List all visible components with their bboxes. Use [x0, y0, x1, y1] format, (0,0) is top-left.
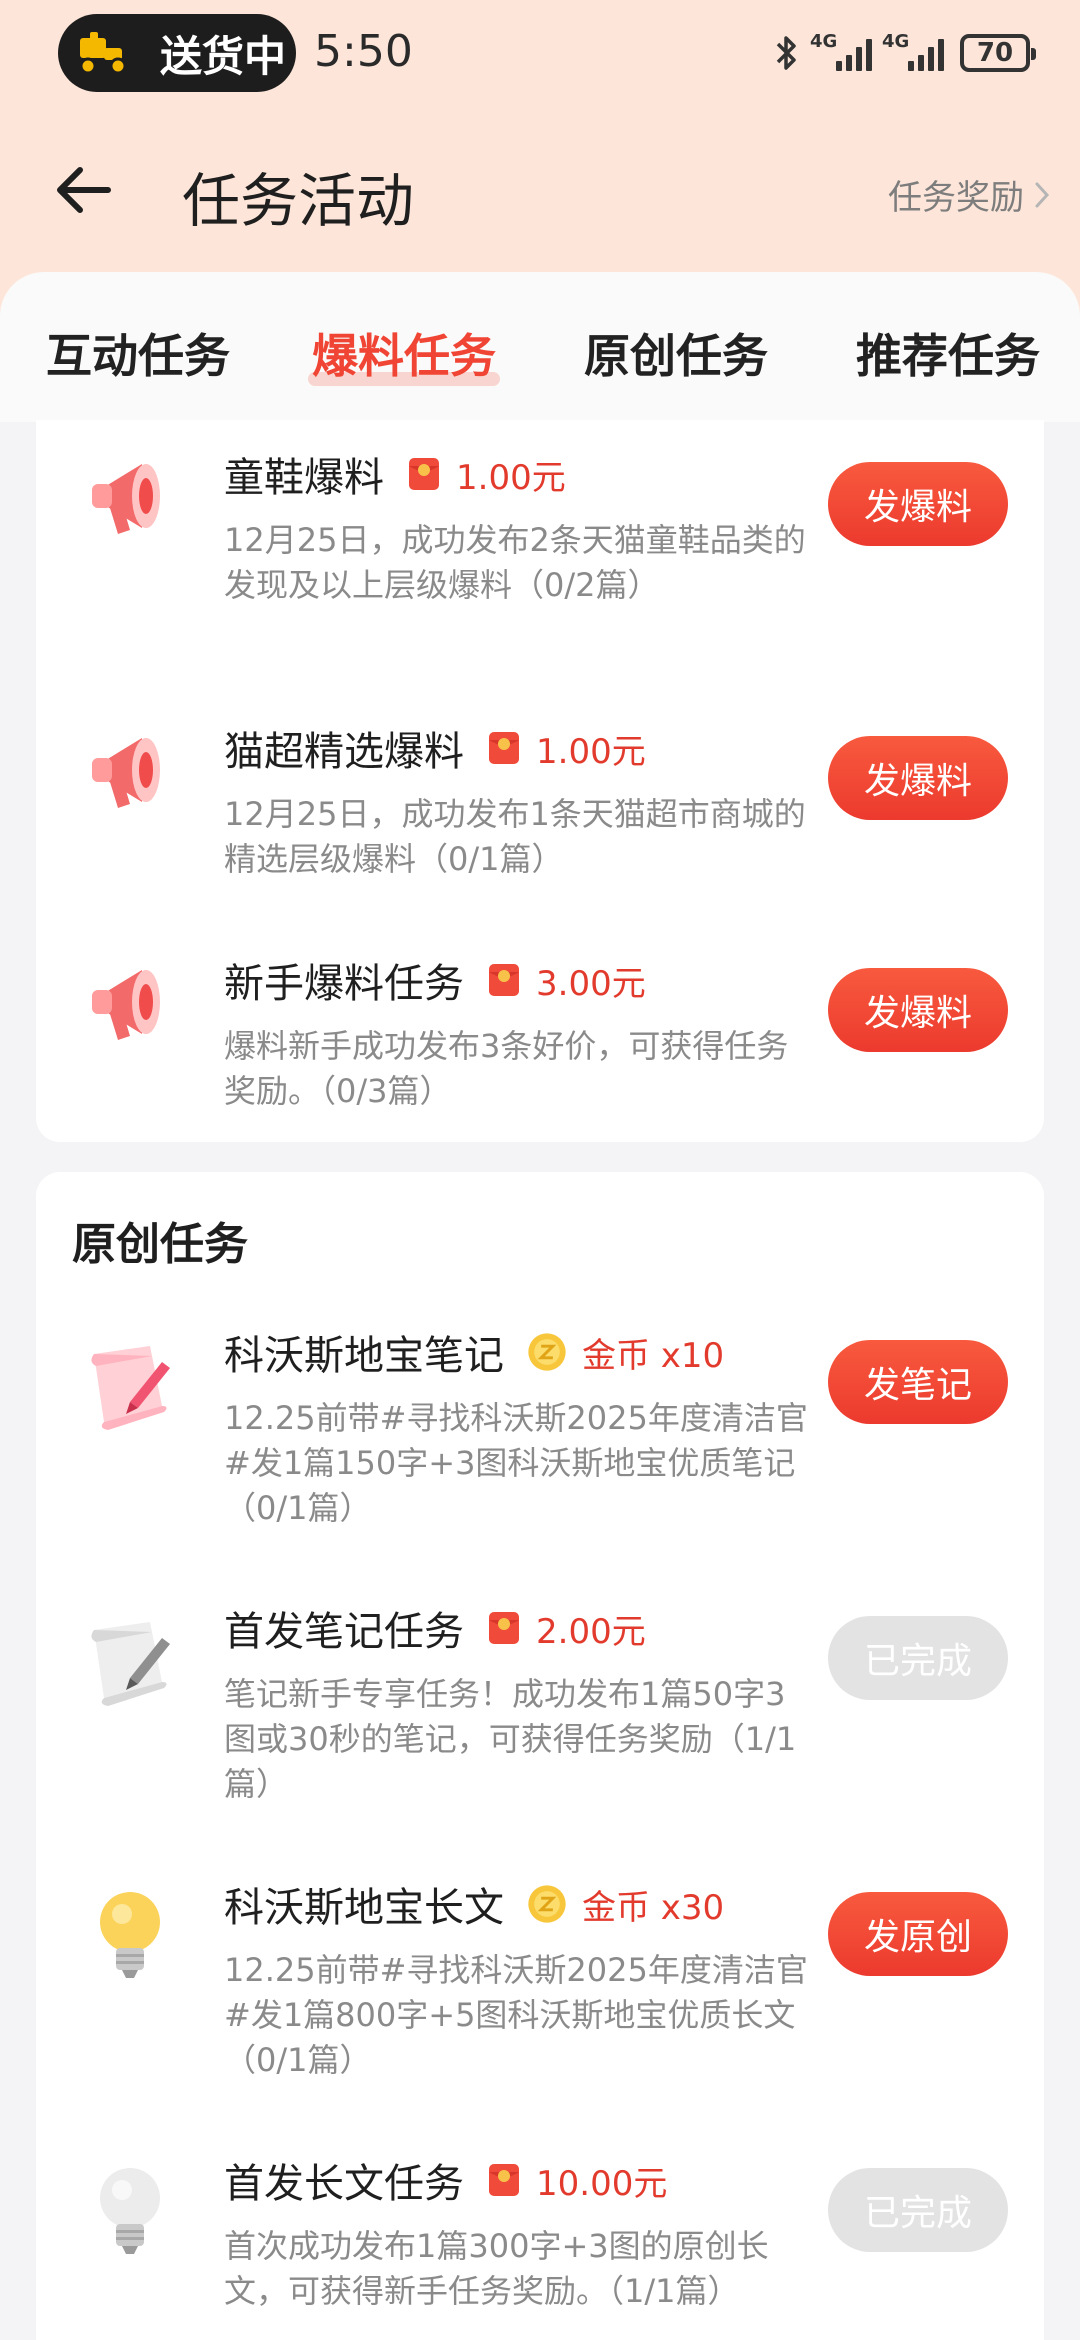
red-packet-icon — [489, 1612, 519, 1644]
red-packet-icon — [489, 2164, 519, 2196]
post-baoliao-button[interactable]: 发爆料 — [828, 462, 1008, 546]
completed-button[interactable]: 已完成 — [828, 2168, 1008, 2252]
task-title: 首发长文任务 — [224, 2161, 464, 2207]
cellular-signal-icon-2: 4G — [882, 31, 944, 71]
post-note-button[interactable]: 发笔记 — [828, 1340, 1008, 1424]
tab-original[interactable]: 原创任务 — [584, 320, 768, 386]
delivery-status-pill[interactable]: 送货中 — [58, 14, 296, 92]
bluetooth-icon — [776, 36, 796, 70]
task-description: 12月25日，成功发布2条天猫童鞋品类的发现及以上层级爆料（0/2篇） — [224, 521, 806, 604]
task-description: 12.25前带#寻找科沃斯2025年度清洁官#发1篇150字+3图科沃斯地宝优质… — [224, 1399, 808, 1527]
post-baoliao-button[interactable]: 发爆料 — [828, 968, 1008, 1052]
chevron-right-icon — [1035, 182, 1050, 207]
task-reward: 1.00元 — [456, 457, 566, 498]
task-reward: 金币 x30 — [582, 1887, 725, 1928]
status-bar: 送货中 5:50 4G 4G 70 — [0, 0, 1080, 110]
completed-button[interactable]: 已完成 — [828, 1616, 1008, 1700]
task-reward-link[interactable]: 任务奖励 — [888, 170, 1050, 219]
task-description: 笔记新手专享任务！成功发布1篇50字3图或30秒的笔记，可获得任务奖励（1/1篇… — [224, 1675, 797, 1803]
megaphone-icon — [92, 738, 160, 808]
task-title-row: 首发笔记任务 2.00元 — [224, 1598, 646, 1658]
tab-recommend[interactable]: 推荐任务 — [856, 320, 1040, 386]
delivery-scooter-icon — [79, 32, 127, 75]
network-type-label-2: 4G — [882, 31, 910, 52]
cellular-signal-icon: 4G — [810, 31, 872, 71]
battery-level: 70 — [976, 38, 1014, 68]
task-reward: 金币 x10 — [582, 1335, 725, 1376]
note-pen-icon — [91, 1622, 170, 1706]
red-packet-icon — [409, 458, 439, 490]
note-pen-icon — [91, 1346, 170, 1430]
clock: 5:50 — [314, 26, 413, 77]
task-description: 12月25日，成功发布1条天猫超市商城的精选层级爆料（0/1篇） — [224, 795, 806, 878]
delivery-status-label: 送货中 — [160, 31, 287, 81]
task-title: 新手爆料任务 — [224, 961, 464, 1007]
task-title: 科沃斯地宝笔记 — [224, 1333, 504, 1379]
system-icons: 4G 4G 70 — [774, 30, 1036, 76]
battery-icon: 70 — [960, 34, 1036, 72]
task-description: 爆料新手成功发布3条好价，可获得任务奖励。（0/3篇） — [224, 1027, 789, 1110]
task-title: 猫超精选爆料 — [224, 729, 464, 775]
task-tabs: 互动任务 爆料任务 原创任务 推荐任务 — [0, 272, 1080, 422]
task-title: 首发笔记任务 — [224, 1609, 464, 1655]
original-task-card: 原创任务 科沃斯地宝笔记 金币 x10 12.25前带#寻找科沃斯2025年度清… — [36, 1172, 1044, 2340]
task-reward: 2.00元 — [536, 1611, 646, 1652]
task-description: 首次成功发布1篇300字+3图的原创长文，可获得新手任务奖励。（1/1篇） — [224, 2227, 769, 2310]
task-title-row: 新手爆料任务 3.00元 — [224, 950, 646, 1010]
page-title: 任务活动 — [182, 167, 415, 235]
lightbulb-icon — [100, 2168, 160, 2254]
baoliao-task-card: 童鞋爆料 1.00元 12月25日，成功发布2条天猫童鞋品类的发现及以上层级爆料… — [36, 420, 1044, 1142]
task-title-row: 科沃斯地宝笔记 金币 x10 — [224, 1322, 724, 1382]
red-packet-icon — [489, 964, 519, 996]
tab-interaction[interactable]: 互动任务 — [46, 320, 230, 386]
section-title: 原创任务 — [72, 1219, 248, 1270]
task-description: 12.25前带#寻找科沃斯2025年度清洁官#发1篇800字+5图科沃斯地宝优质… — [224, 1951, 808, 2079]
task-reward-label: 任务奖励 — [888, 178, 1024, 218]
lightbulb-icon — [100, 1892, 160, 1978]
megaphone-icon — [92, 464, 160, 534]
tab-baoliao[interactable]: 爆料任务 — [312, 320, 496, 386]
task-reward: 1.00元 — [536, 731, 646, 772]
gold-coin-icon — [528, 1333, 566, 1371]
task-title-row: 首发长文任务 10.00元 — [224, 2150, 667, 2210]
task-reward: 3.00元 — [536, 963, 646, 1004]
red-packet-icon — [489, 732, 519, 764]
task-title-row: 科沃斯地宝长文 金币 x30 — [224, 1874, 724, 1934]
task-title: 科沃斯地宝长文 — [224, 1885, 504, 1931]
gold-coin-icon — [528, 1885, 566, 1923]
task-title-row: 猫超精选爆料 1.00元 — [224, 718, 646, 778]
task-reward: 10.00元 — [536, 2163, 668, 2204]
post-baoliao-button[interactable]: 发爆料 — [828, 736, 1008, 820]
back-arrow-icon[interactable] — [52, 160, 116, 220]
post-original-button[interactable]: 发原创 — [828, 1892, 1008, 1976]
task-title-row: 童鞋爆料 1.00元 — [224, 444, 566, 504]
page-header: 任务活动 任务奖励 — [0, 140, 1080, 240]
megaphone-icon — [92, 970, 160, 1040]
task-title: 童鞋爆料 — [224, 455, 384, 501]
network-type-label: 4G — [810, 31, 838, 52]
